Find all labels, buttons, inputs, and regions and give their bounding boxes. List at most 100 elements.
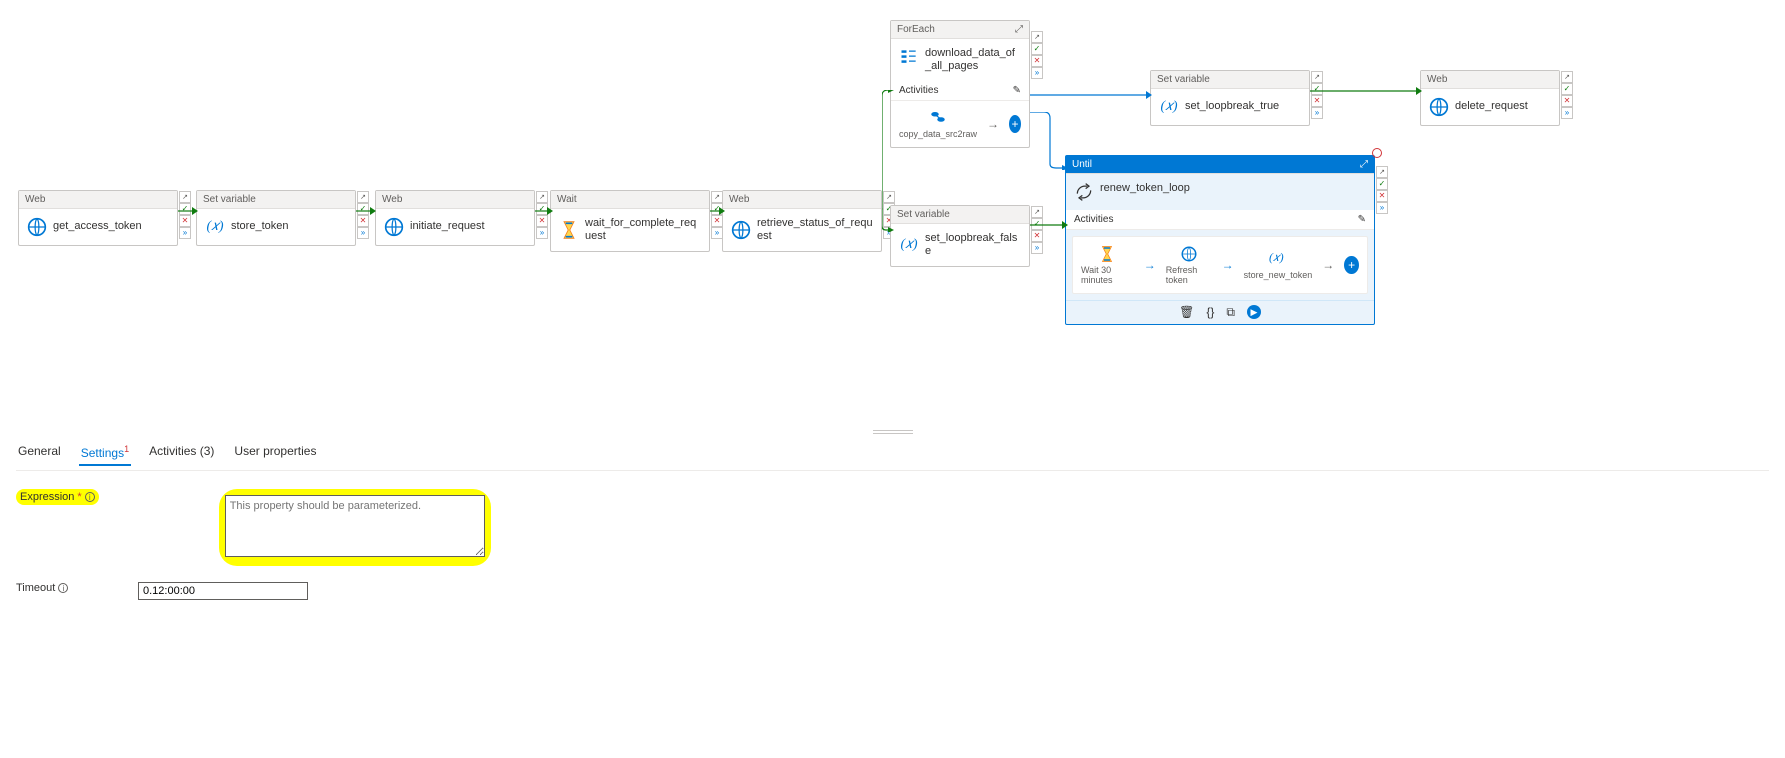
port-success[interactable] xyxy=(536,203,548,215)
activity-type-label: Set variable xyxy=(897,209,950,220)
port-fail[interactable] xyxy=(1031,55,1043,67)
variable-icon: (𝑥) xyxy=(205,217,225,237)
activity-retrieve-status[interactable]: Web retrieve_status_of_request xyxy=(722,190,882,252)
port-completion[interactable] xyxy=(357,227,369,239)
activity-name-label: store_token xyxy=(231,220,288,233)
web-icon xyxy=(27,217,47,237)
clone-icon[interactable]: ⧉ xyxy=(1226,305,1235,320)
arrow-icon: → xyxy=(1322,258,1334,272)
port-fail[interactable] xyxy=(357,215,369,227)
inner-activity-label: copy_data_src2raw xyxy=(899,129,977,139)
port-fail[interactable] xyxy=(179,215,191,227)
port-skip[interactable] xyxy=(1031,206,1043,218)
port-completion[interactable] xyxy=(1031,242,1043,254)
connector xyxy=(1030,90,1152,100)
activity-set-loopbreak-false[interactable]: Set variable (𝑥) set_loopbreak_false xyxy=(890,205,1030,267)
port-skip[interactable] xyxy=(1311,71,1323,83)
port-fail[interactable] xyxy=(1311,95,1323,107)
connector xyxy=(1030,112,1068,170)
port-success[interactable] xyxy=(1561,83,1573,95)
activity-until-renew-token[interactable]: Until ⤢ renew_token_loop Activities ✎ Wa… xyxy=(1065,155,1375,325)
port-completion[interactable] xyxy=(1311,107,1323,119)
activity-ports xyxy=(1031,206,1043,254)
port-skip[interactable] xyxy=(357,191,369,203)
activity-name-label: delete_request xyxy=(1455,100,1528,113)
port-success[interactable] xyxy=(1311,83,1323,95)
activity-set-loopbreak-true[interactable]: Set variable (𝑥) set_loopbreak_true xyxy=(1150,70,1310,126)
panel-resize-handle[interactable] xyxy=(873,430,913,434)
add-activity-button[interactable]: + xyxy=(1009,115,1021,133)
add-activity-button[interactable]: + xyxy=(1344,256,1359,274)
activity-get-access-token[interactable]: Web get_access_token xyxy=(18,190,178,246)
port-completion[interactable] xyxy=(1561,107,1573,119)
port-success[interactable] xyxy=(1376,178,1388,190)
pipeline-canvas[interactable]: Web get_access_token Set variable (𝑥) st… xyxy=(0,0,1785,430)
inner-activity-copy-data[interactable]: copy_data_src2raw xyxy=(899,109,977,139)
port-completion[interactable] xyxy=(1031,67,1043,79)
port-success[interactable] xyxy=(357,203,369,215)
activity-store-token[interactable]: Set variable (𝑥) store_token xyxy=(196,190,356,246)
activity-name-label: get_access_token xyxy=(53,220,142,233)
edit-icon[interactable]: ✎ xyxy=(1013,85,1021,96)
inner-activity-label: Wait 30 minutes xyxy=(1081,265,1134,285)
expression-input[interactable] xyxy=(225,495,485,557)
port-skip[interactable] xyxy=(1031,31,1043,43)
port-skip[interactable] xyxy=(179,191,191,203)
activity-name-label: set_loopbreak_false xyxy=(925,232,1021,258)
tab-activities[interactable]: Activities (3) xyxy=(147,440,216,466)
port-skip[interactable] xyxy=(1376,166,1388,178)
timeout-label: Timeout i xyxy=(16,582,76,594)
activity-name-label: wait_for_complete_request xyxy=(585,217,701,243)
run-icon[interactable]: ▶ xyxy=(1247,305,1261,319)
inner-activity-label: store_new_token xyxy=(1244,270,1313,280)
port-fail[interactable] xyxy=(536,215,548,227)
port-skip[interactable] xyxy=(536,191,548,203)
port-success[interactable] xyxy=(1031,43,1043,55)
activity-name-label: renew_token_loop xyxy=(1100,182,1190,195)
port-success[interactable] xyxy=(179,203,191,215)
wait-icon xyxy=(559,220,579,240)
edit-icon[interactable]: ✎ xyxy=(1358,214,1366,225)
activity-wait-for-complete[interactable]: Wait wait_for_complete_request xyxy=(550,190,710,252)
activity-ports xyxy=(1561,71,1573,119)
port-completion[interactable] xyxy=(536,227,548,239)
activity-delete-request[interactable]: Web delete_request xyxy=(1420,70,1560,126)
port-skip[interactable] xyxy=(1561,71,1573,83)
code-icon[interactable]: {} xyxy=(1206,305,1214,320)
inner-activity-refresh[interactable]: Refresh token xyxy=(1166,245,1212,285)
activity-type-label: Web xyxy=(25,194,45,205)
timeout-input[interactable] xyxy=(138,582,308,600)
info-icon[interactable]: i xyxy=(85,492,95,502)
activity-initiate-request[interactable]: Web initiate_request xyxy=(375,190,535,246)
tab-general[interactable]: General xyxy=(16,440,63,466)
settings-form: Expression * i Timeout i xyxy=(16,489,1769,600)
activity-ports xyxy=(1376,166,1388,214)
activity-type-label: Until xyxy=(1072,159,1092,170)
tab-settings-badge: 1 xyxy=(124,444,129,454)
port-skip[interactable] xyxy=(883,191,895,203)
activity-type-label: Web xyxy=(1427,74,1447,85)
delete-icon[interactable]: 🗑 xyxy=(1179,305,1194,320)
inner-activity-store-new-token[interactable]: (𝑥) store_new_token xyxy=(1244,250,1313,280)
port-fail[interactable] xyxy=(1561,95,1573,107)
activity-ports xyxy=(536,191,548,239)
tab-user-properties[interactable]: User properties xyxy=(232,440,318,466)
arrow-icon: → xyxy=(1144,258,1156,272)
port-success[interactable] xyxy=(1031,218,1043,230)
expression-label: Expression * i xyxy=(16,489,99,505)
activity-foreach-download[interactable]: ForEach ⤢ download_data_of_all_pages Act… xyxy=(890,20,1030,148)
port-fail[interactable] xyxy=(1376,190,1388,202)
expand-icon[interactable]: ⤢ xyxy=(1015,24,1023,35)
port-fail[interactable] xyxy=(1031,230,1043,242)
tab-settings[interactable]: Settings1 xyxy=(79,440,131,466)
web-icon xyxy=(731,220,751,240)
port-completion[interactable] xyxy=(179,227,191,239)
activity-type-label: Web xyxy=(729,194,749,205)
port-completion[interactable] xyxy=(1376,202,1388,214)
expand-icon[interactable]: ⤢ xyxy=(1360,159,1368,170)
variable-icon: (𝑥) xyxy=(899,235,919,255)
copy-icon xyxy=(929,109,947,127)
info-icon[interactable]: i xyxy=(58,583,68,593)
inner-activity-wait[interactable]: Wait 30 minutes xyxy=(1081,245,1134,285)
web-icon xyxy=(1180,245,1198,263)
